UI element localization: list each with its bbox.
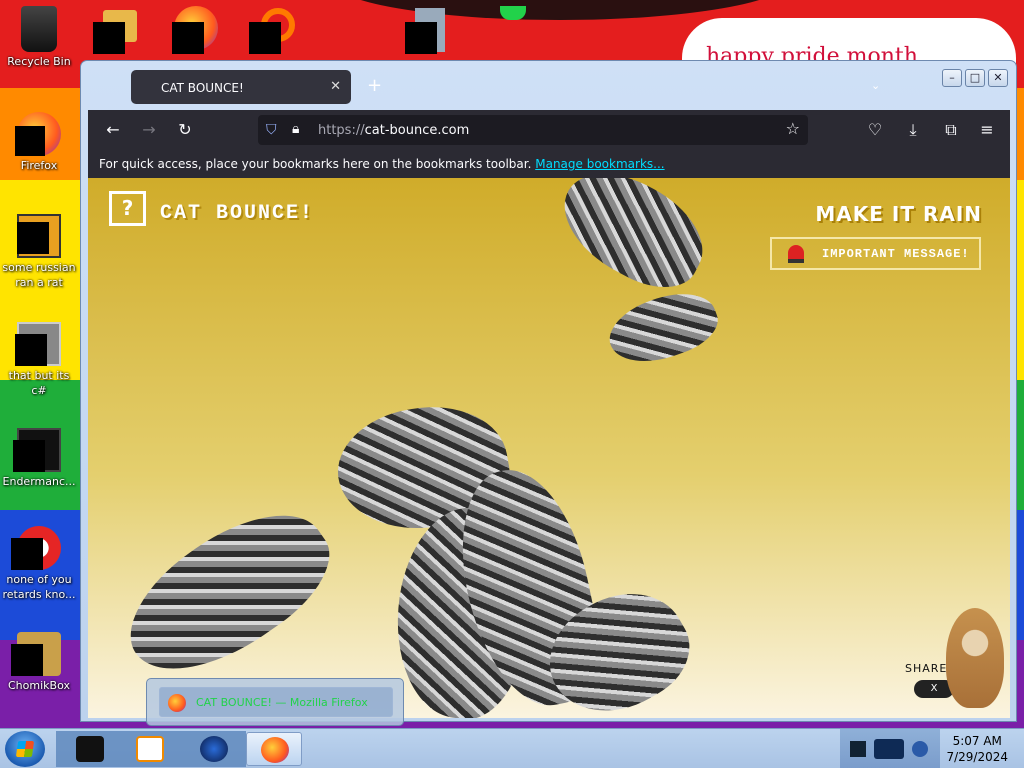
- window-controls: – □ ✕: [942, 69, 1008, 87]
- important-message-label: IMPORTANT MESSAGE!: [822, 247, 970, 261]
- recycle-bin-icon: [21, 6, 57, 52]
- back-arrow-icon[interactable]: ←: [102, 120, 124, 139]
- globe-icon: [200, 736, 228, 762]
- share-label: SHARE: [905, 662, 948, 675]
- document-icon: [17, 214, 61, 258]
- hamster-image: [946, 608, 1004, 708]
- desktop-icon-that-but-its[interactable]: that but its c#: [0, 322, 78, 398]
- list-tabs-icon[interactable]: ⌄: [871, 79, 880, 92]
- top-desktop-icon[interactable]: [405, 8, 449, 56]
- top-arc-decoration: [330, 0, 790, 20]
- downloads-icon[interactable]: ⤓: [902, 120, 924, 140]
- terminal-icon: [13, 428, 61, 472]
- clock-time: 5:07 AM: [952, 734, 1002, 748]
- url-text: https://cat-bounce.com: [318, 123, 469, 138]
- maximize-button[interactable]: □: [965, 69, 985, 87]
- desktop-icon-none-of-you[interactable]: none of you retards kno...: [0, 526, 78, 602]
- url-host: cat-bounce.com: [364, 123, 470, 138]
- tab-strip: CAT BOUNCE! ✕ + ⌄ – □ ✕: [81, 61, 1016, 109]
- manage-bookmarks-link[interactable]: Manage bookmarks...: [535, 157, 664, 171]
- shield-icon[interactable]: ⛉: [266, 122, 277, 138]
- opera-icon: [11, 526, 61, 570]
- desktop-icon-label: none of you retards kno...: [2, 573, 76, 601]
- site-logo: CAT BOUNCE!: [160, 202, 315, 225]
- preview-title: CAT BOUNCE! — Mozilla Firefox: [196, 696, 368, 709]
- page-content: ? CAT BOUNCE! MAKE IT RAIN IMPORTANT MES…: [88, 178, 1010, 718]
- desktop-icon-label: Firefox: [20, 159, 58, 172]
- minimize-button[interactable]: –: [942, 69, 962, 87]
- reload-icon[interactable]: ↻: [174, 120, 196, 139]
- taskbar-app-globe[interactable]: [186, 732, 242, 766]
- firefox-icon: [15, 112, 61, 156]
- desktop-icon-label: ChomikBox: [8, 679, 70, 692]
- make-it-rain-button[interactable]: MAKE IT RAIN: [815, 202, 982, 226]
- bouncing-cat[interactable]: [545, 178, 721, 304]
- forward-arrow-icon[interactable]: →: [138, 120, 160, 139]
- start-button[interactable]: [5, 731, 45, 767]
- clock[interactable]: 5:07 AM 7/29/2024: [946, 733, 1008, 765]
- network-icon[interactable]: [874, 739, 904, 759]
- pocket-icon[interactable]: ♡: [864, 120, 886, 139]
- close-window-button[interactable]: ✕: [988, 69, 1008, 87]
- preview-item[interactable]: CAT BOUNCE! — Mozilla Firefox: [159, 687, 393, 717]
- desktop-icon-label: Recycle Bin: [7, 55, 71, 68]
- terminal-icon: [76, 736, 104, 762]
- important-message-button[interactable]: IMPORTANT MESSAGE!: [770, 237, 981, 270]
- firefox-icon: [168, 694, 186, 712]
- volume-icon[interactable]: [912, 741, 928, 757]
- tray-icon[interactable]: [850, 741, 866, 757]
- firefox-window: CAT BOUNCE! ✕ + ⌄ – □ ✕ ← → ↻ ⛉ 🔒︎ https…: [80, 60, 1017, 722]
- bouncing-cat[interactable]: [106, 484, 350, 702]
- desktop-icon-label: Endermanc...: [2, 475, 76, 488]
- lock-icon[interactable]: 🔒︎: [292, 121, 299, 137]
- desktop-icon-some-russian[interactable]: some russian ran a rat: [0, 214, 78, 290]
- top-desktop-icon[interactable]: [249, 8, 297, 56]
- siren-icon: [788, 245, 804, 263]
- bookmarks-message: For quick access, place your bookmarks h…: [99, 157, 532, 171]
- system-tray: [840, 729, 940, 768]
- taskbar-app-media-player[interactable]: [122, 732, 178, 766]
- nav-toolbar: ← → ↻ ⛉ 🔒︎ https://cat-bounce.com ☆ ♡ ⤓ …: [88, 110, 1010, 150]
- taskbar: 5:07 AM 7/29/2024: [0, 728, 1024, 768]
- desktop-icon-firefox[interactable]: Firefox: [0, 112, 78, 173]
- desktop-icon-label: that but its c#: [8, 369, 70, 397]
- bookmarks-toolbar: For quick access, place your bookmarks h…: [88, 150, 1010, 178]
- tab-title: CAT BOUNCE!: [161, 81, 244, 95]
- media-player-icon: [136, 736, 164, 762]
- tab-cat-bounce[interactable]: CAT BOUNCE! ✕: [131, 70, 351, 104]
- bookmark-star-icon[interactable]: ☆: [786, 119, 800, 138]
- help-button[interactable]: ?: [109, 191, 146, 226]
- clock-date: 7/29/2024: [946, 750, 1008, 764]
- chomikbox-icon: [11, 632, 61, 676]
- green-glow-decoration: [500, 6, 526, 20]
- taskbar-app-firefox[interactable]: [246, 732, 302, 766]
- url-bar[interactable]: ⛉ 🔒︎ https://cat-bounce.com ☆: [258, 115, 808, 145]
- desktop-icon-recycle-bin[interactable]: Recycle Bin: [0, 6, 78, 69]
- extensions-icon[interactable]: ⧉: [940, 120, 962, 140]
- windows-stack-icon: [15, 322, 61, 366]
- bouncing-cat[interactable]: [601, 280, 725, 376]
- taskbar-thumbnail-preview[interactable]: CAT BOUNCE! — Mozilla Firefox: [146, 678, 404, 726]
- url-protocol: https://: [318, 123, 365, 138]
- desktop-icon-chomikbox[interactable]: ChomikBox: [0, 632, 78, 693]
- desktop-icon-label: some russian ran a rat: [2, 261, 76, 289]
- firefox-icon: [261, 737, 289, 763]
- taskbar-app-terminal[interactable]: [62, 732, 118, 766]
- top-desktop-icon[interactable]: [172, 6, 220, 56]
- close-tab-icon[interactable]: ✕: [330, 79, 341, 94]
- menu-icon[interactable]: ≡: [976, 120, 998, 139]
- top-desktop-icon[interactable]: [93, 10, 141, 56]
- desktop-icon-endermanc[interactable]: Endermanc...: [0, 428, 78, 489]
- new-tab-icon[interactable]: +: [367, 75, 382, 96]
